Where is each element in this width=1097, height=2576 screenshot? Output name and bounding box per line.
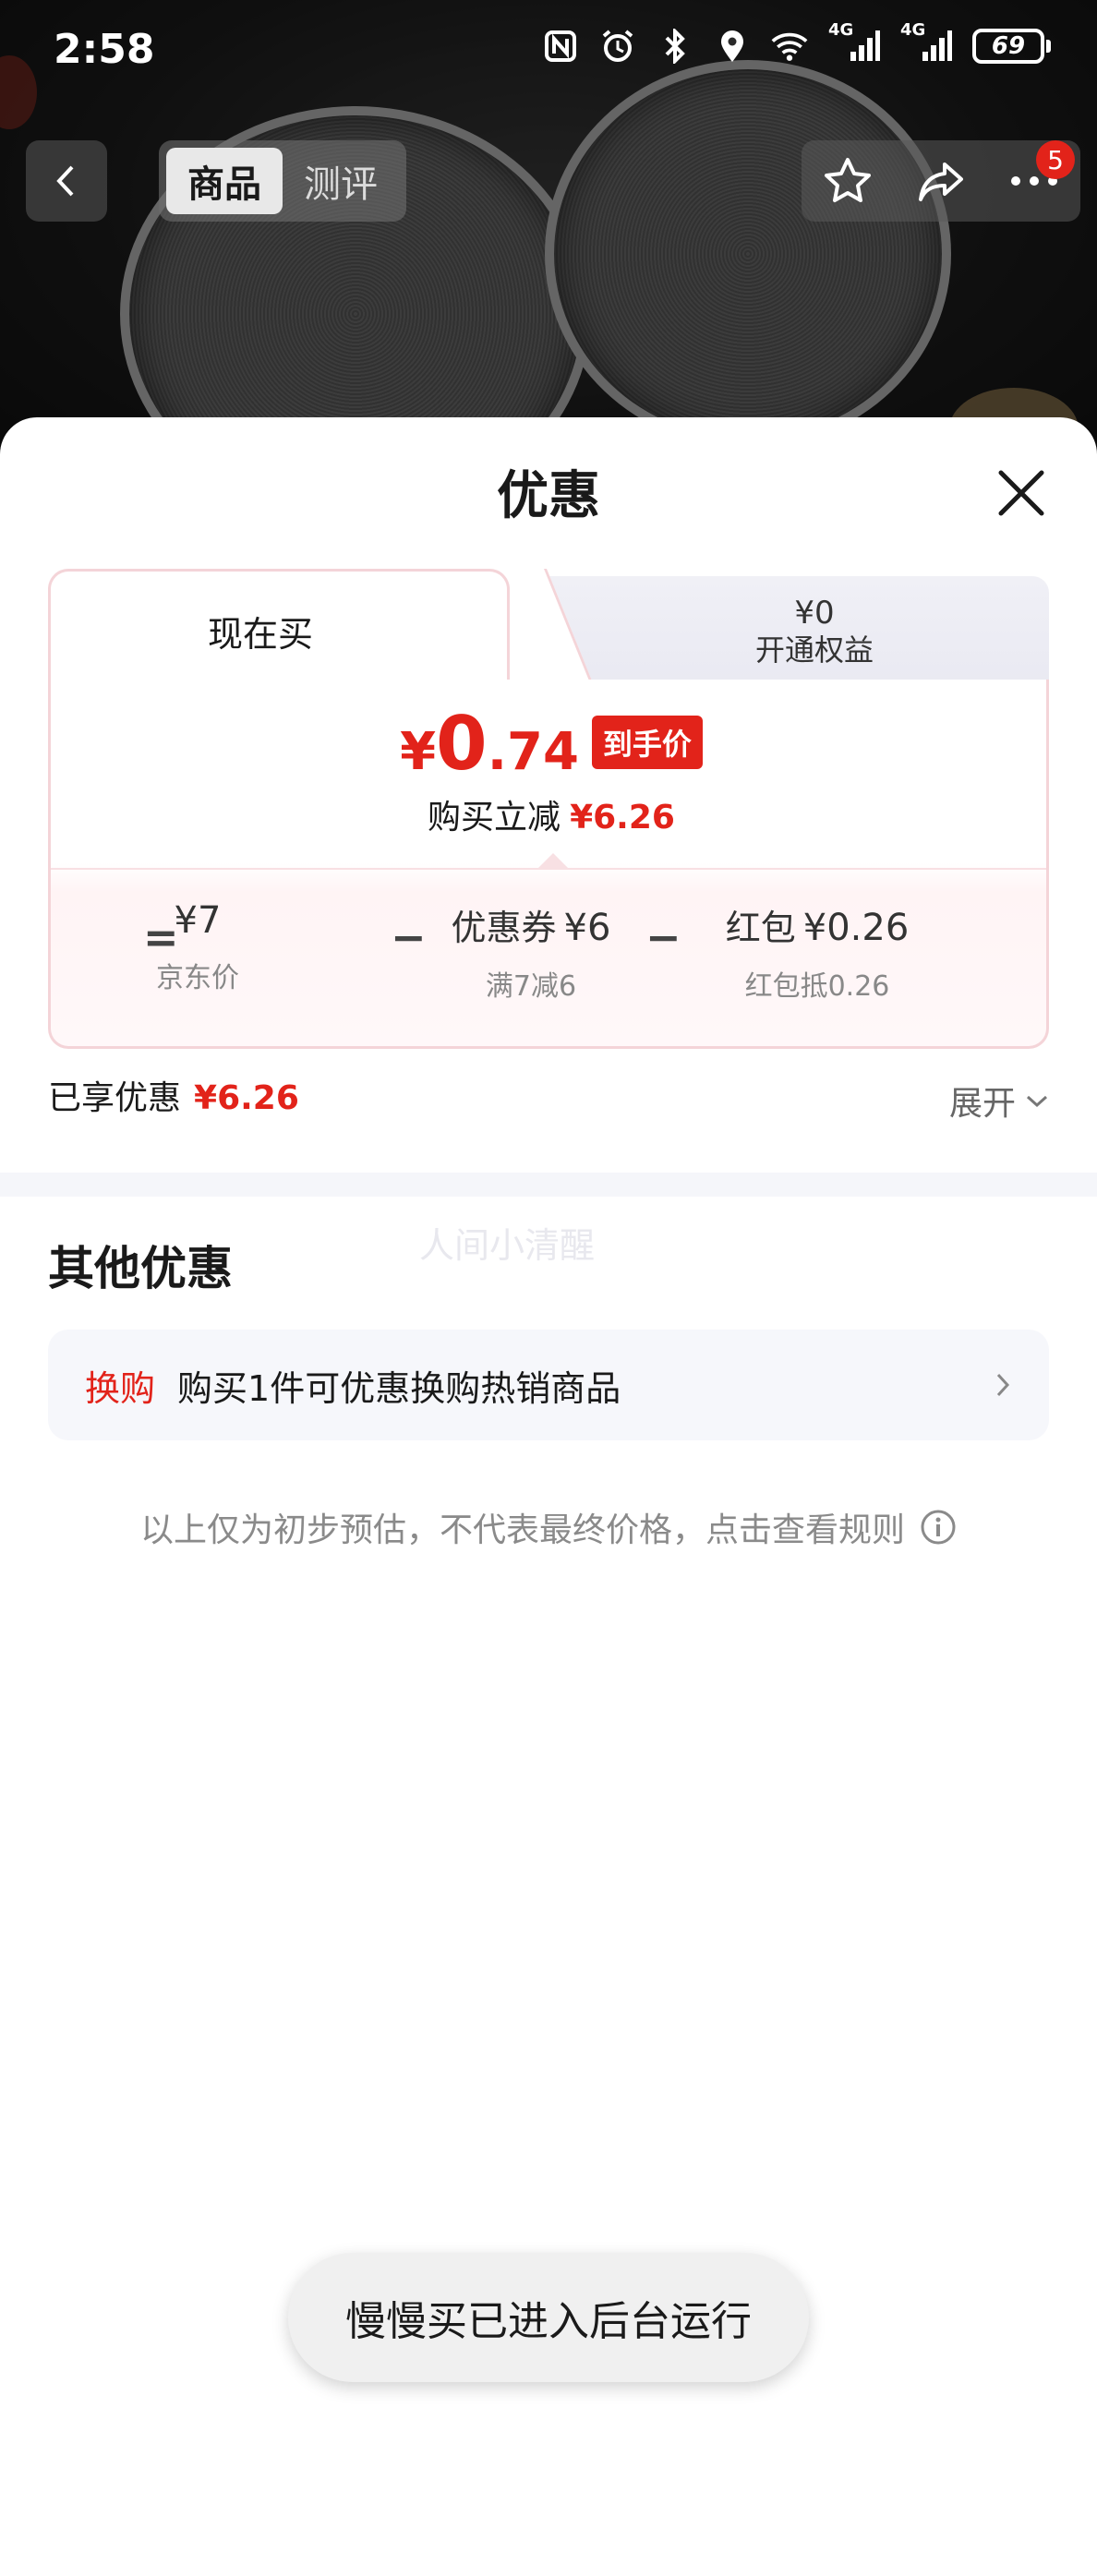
price-breakdown: = ¥7 京东价 − 优惠券 ¥6 满7减6 − 红包 ¥0.26 红包抵0.26 [51,890,1052,1029]
toast-message: 慢慢买已进入后台运行 [288,2253,809,2382]
expand-label: 展开 [948,1085,1016,1123]
signal-icon: 4G [828,20,880,65]
tab-open-amount: ¥0 [794,595,835,632]
network-type-label: 4G [900,20,926,40]
jd-price: ¥7 [174,899,222,942]
tab-open-benefits-text: ¥0 开通权益 [602,595,1027,668]
watermark: 人间小清醒 [419,1225,596,1266]
final-price-tag: 到手价 [591,716,703,769]
battery-level: 69 [972,29,1044,64]
swap-tag: 换购 [85,1367,156,1409]
reduce-amount: ¥6.26 [570,799,675,837]
swap-text: 购买1件可优惠换购热销商品 [177,1367,621,1409]
location-icon [714,28,751,65]
rule-note-text: 以上仅为初步预估，不代表最终价格，点击查看规则 [139,1511,905,1549]
jd-price-label: 京东价 [156,962,239,994]
tab-review[interactable]: 测评 [283,148,399,214]
coupon-condition: 满7减6 [485,970,577,1003]
price-card-tabs: 现在买 ¥0 开通权益 [48,569,1049,691]
product-tabs: 商品 测评 [159,140,406,222]
final-price: ¥0.74 [400,701,579,787]
share-button[interactable] [909,149,973,213]
notification-badge: 5 [1036,140,1075,179]
network-type-label: 4G [828,20,854,40]
wifi-icon [771,28,808,65]
favorite-button[interactable] [815,149,880,213]
price-card-body: ¥0.74 到手价 购买立减 ¥6.26 = ¥7 京东价 − 优惠券 ¥6 满7减… [48,680,1049,1049]
nfc-icon [542,28,579,65]
enjoyed-discount: 已享优惠 ¥6.26 [48,1071,299,1119]
info-icon[interactable] [920,1509,957,1546]
status-icons: 4G 4G 69 [542,20,1051,65]
chevron-down-icon [1026,1095,1048,1108]
battery-icon: 69 [972,29,1051,64]
chevron-right-icon [996,1373,1010,1397]
expand-button[interactable]: 展开 [949,1077,1049,1125]
close-button[interactable] [990,462,1053,524]
bluetooth-icon [657,28,693,65]
enjoyed-amount: ¥6.26 [194,1079,299,1117]
jd-price-item: ¥7 京东价 [128,899,267,995]
share-icon [918,163,963,201]
sheet-title: 优惠 [497,466,600,526]
star-icon [825,158,872,202]
section-separator [0,1173,1097,1197]
coupon-item: 优惠券 ¥6 满7减6 [420,899,642,1004]
chevron-left-icon [56,165,74,197]
back-button[interactable] [26,140,107,222]
signal-icon: 4G [900,20,952,65]
price-card: 现在买 ¥0 开通权益 ¥0.74 到手价 购买立减 ¥6.26 = ¥7 京东… [48,569,1049,1463]
reduce-label: 购买立减 [428,799,561,837]
rule-note[interactable]: 以上仅为初步预估，不代表最终价格，点击查看规则 [0,1503,1097,1551]
enjoyed-label: 已享优惠 [48,1079,182,1117]
reduce-row: 购买立减 ¥6.26 [51,790,1052,838]
redpack-item: 红包 ¥0.26 红包抵0.26 [697,899,937,1004]
redpack-condition: 红包抵0.26 [744,970,890,1003]
close-icon [998,470,1044,516]
alarm-icon [599,28,636,65]
divider [51,868,1046,870]
final-price-row: ¥0.74 到手价 [51,707,1052,782]
redpack-value: 红包 ¥0.26 [725,907,910,949]
swap-offer-row[interactable]: 换购 购买1件可优惠换购热销商品 [48,1330,1049,1440]
other-offers-title: 其他优惠 [48,1242,233,1295]
status-time: 2:58 [54,26,155,73]
minus-sign: − [645,912,681,962]
tab-open-label: 开通权益 [754,632,874,668]
tab-buy-now-label: 现在买 [207,614,313,655]
divider-notch [538,853,568,868]
status-bar: 2:58 4G 4G 69 [0,0,1097,102]
tab-product[interactable]: 商品 [166,148,283,214]
coupon-value: 优惠券 ¥6 [451,907,611,949]
